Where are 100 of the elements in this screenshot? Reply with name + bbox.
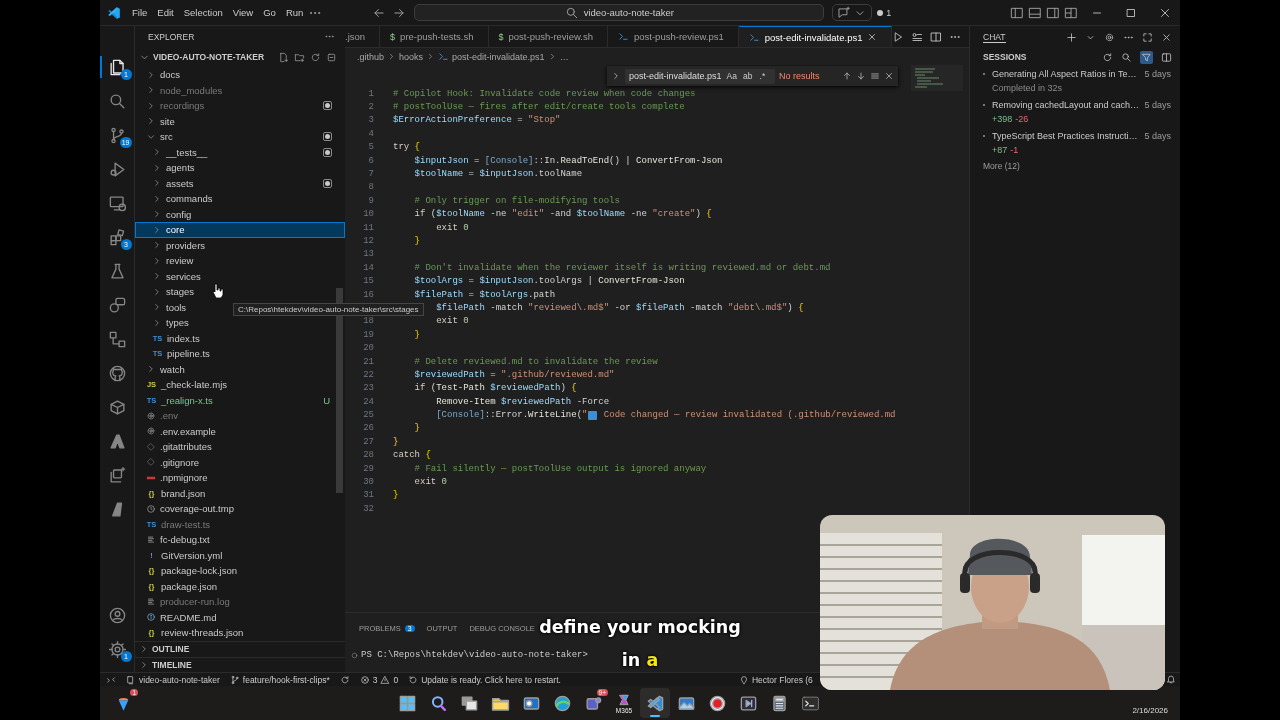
remote-explorer-icon[interactable] bbox=[107, 193, 127, 213]
tree-item[interactable]: coverage-out.tmp bbox=[135, 501, 345, 517]
find-option[interactable]: .* bbox=[759, 71, 771, 81]
editor-tab[interactable]: post-edit-invalidate.ps1 bbox=[738, 26, 893, 47]
find-field[interactable]: post-edit-invalidate.ps1 Aa ab .* bbox=[625, 68, 775, 84]
chevron-icon[interactable] bbox=[611, 71, 621, 81]
sidebar-layout-icon[interactable] bbox=[1010, 5, 1024, 20]
tree-item[interactable]: core bbox=[135, 222, 345, 238]
find-option[interactable]: ab bbox=[743, 71, 755, 81]
tree-item[interactable]: agents bbox=[135, 160, 345, 176]
settings-icon[interactable] bbox=[1104, 31, 1115, 43]
editor-tab[interactable]: .json bbox=[345, 26, 381, 47]
tree-item[interactable]: types bbox=[135, 315, 345, 331]
tree-item[interactable]: commands bbox=[135, 191, 345, 207]
tree-item[interactable]: services bbox=[135, 268, 345, 284]
tree-item[interactable]: .npmignore bbox=[135, 470, 345, 486]
extensions-icon[interactable] bbox=[107, 227, 127, 247]
breadcrumb-item[interactable]: post-edit-invalidate.ps1 bbox=[438, 51, 545, 62]
task-view-icon[interactable] bbox=[459, 693, 479, 713]
menu-item[interactable]: Selection bbox=[178, 5, 228, 20]
refresh-icon[interactable] bbox=[1102, 51, 1113, 63]
windows-start-icon[interactable] bbox=[397, 693, 417, 713]
more-link[interactable]: More (12) bbox=[970, 161, 1180, 171]
up-arrow-icon[interactable] bbox=[842, 71, 852, 81]
tree-item[interactable]: review bbox=[135, 253, 345, 269]
find-option[interactable]: Aa bbox=[726, 71, 739, 81]
breadcrumb-item[interactable]: hooks bbox=[399, 51, 424, 62]
new-file-icon[interactable] bbox=[278, 51, 289, 63]
split-editor-icon[interactable] bbox=[930, 30, 943, 43]
refresh-icon[interactable] bbox=[310, 51, 321, 63]
customize-layout-icon[interactable] bbox=[1064, 5, 1078, 20]
tree-item[interactable]: site bbox=[135, 113, 345, 129]
selection-lines-icon[interactable] bbox=[870, 71, 880, 81]
maximize-icon[interactable] bbox=[1125, 6, 1137, 19]
chat-tab[interactable]: CHAT bbox=[983, 31, 1006, 43]
down-arrow-icon[interactable] bbox=[856, 71, 866, 81]
sparkle-box-icon[interactable] bbox=[107, 465, 127, 485]
collapsed-section[interactable]: OUTLINE bbox=[135, 641, 345, 657]
settings-icon[interactable] bbox=[107, 639, 127, 659]
bell-icon[interactable] bbox=[1166, 673, 1176, 684]
close-icon[interactable] bbox=[884, 71, 894, 81]
editor-tab[interactable]: post-push-review.ps1 bbox=[608, 26, 739, 47]
tree-item[interactable]: .gitignore bbox=[135, 454, 345, 470]
maximize-icon[interactable] bbox=[1142, 31, 1153, 43]
update-status[interactable]: Update is ready. Click here to restart. bbox=[408, 674, 561, 685]
close-icon[interactable] bbox=[867, 32, 878, 42]
nodes-icon[interactable] bbox=[107, 329, 127, 349]
cube-icon[interactable] bbox=[107, 397, 127, 417]
breadcrumb-item[interactable]: … bbox=[559, 51, 569, 62]
tree-item[interactable]: docs bbox=[135, 67, 345, 83]
menu-item[interactable]: Edit bbox=[152, 5, 179, 20]
session-title[interactable]: Generating All Aspect Ratios in Te… bbox=[992, 68, 1145, 79]
branch-status[interactable]: feature/hook-first-clips* bbox=[229, 674, 330, 685]
menu-item[interactable]: Go bbox=[258, 5, 281, 20]
media-player-icon[interactable] bbox=[738, 693, 758, 713]
plus-icon[interactable] bbox=[1066, 31, 1077, 43]
collapse-icon[interactable] bbox=[326, 51, 337, 63]
tree-item[interactable]: recordings bbox=[135, 98, 345, 114]
tree-item[interactable]: assets bbox=[135, 175, 345, 191]
tree-item[interactable]: .env.example bbox=[135, 423, 345, 439]
tree-item[interactable]: fc-debug.txt bbox=[135, 532, 345, 548]
problems-status[interactable]: 3 0 bbox=[359, 674, 399, 685]
record-icon[interactable] bbox=[707, 693, 727, 713]
remote-icon[interactable] bbox=[106, 674, 116, 685]
session-title[interactable]: Removing cachedLayout and cach… bbox=[992, 99, 1145, 110]
code-editor-icon[interactable] bbox=[645, 693, 665, 713]
filter-icon[interactable] bbox=[1140, 50, 1153, 64]
close-icon[interactable] bbox=[1161, 31, 1172, 43]
sync-icon[interactable] bbox=[339, 674, 350, 685]
folder-title[interactable]: VIDEO-AUTO-NOTE-TAKER bbox=[153, 52, 265, 62]
tree-item[interactable]: __tests__ bbox=[135, 144, 345, 160]
close-icon[interactable] bbox=[1159, 6, 1171, 19]
outline-view-icon[interactable] bbox=[911, 30, 924, 43]
split-view-icon[interactable] bbox=[1161, 51, 1172, 63]
panel-layout-icon[interactable] bbox=[1028, 5, 1042, 20]
account-icon[interactable] bbox=[107, 605, 127, 625]
tree-item[interactable]: .gitattributes bbox=[135, 439, 345, 455]
chat-icon[interactable] bbox=[107, 295, 127, 315]
round-logo-icon[interactable] bbox=[107, 363, 127, 383]
tree-item[interactable]: stages bbox=[135, 284, 345, 300]
tree-item[interactable]: node_modules bbox=[135, 82, 345, 98]
menu-item[interactable]: Run bbox=[280, 5, 309, 20]
secondary-sidebar-icon[interactable] bbox=[1046, 5, 1060, 20]
menu-item[interactable]: View bbox=[227, 5, 259, 20]
browser-icon[interactable] bbox=[552, 693, 572, 713]
files-icon[interactable] bbox=[107, 57, 127, 77]
tree-item[interactable]: config bbox=[135, 206, 345, 222]
office-icon[interactable] bbox=[617, 692, 631, 707]
tree-item[interactable]: src bbox=[135, 129, 345, 145]
tree-item[interactable]: providers bbox=[135, 237, 345, 253]
editor-tab[interactable]: $ pre-push-tests.sh bbox=[380, 26, 489, 47]
tree-item[interactable]: watch bbox=[135, 361, 345, 377]
tree-item[interactable]: producer-run.log bbox=[135, 594, 345, 610]
breadcrumb-item[interactable]: .github bbox=[357, 51, 385, 62]
chat-menu-button[interactable] bbox=[832, 4, 873, 21]
search-icon[interactable] bbox=[1121, 51, 1132, 63]
notification-indicator[interactable]: 1 bbox=[872, 7, 897, 18]
session-title[interactable]: TypeScript Best Practices Instructi… bbox=[992, 130, 1145, 141]
run-icon[interactable] bbox=[892, 30, 905, 43]
collapsed-section[interactable]: TIMELINE bbox=[135, 656, 345, 672]
